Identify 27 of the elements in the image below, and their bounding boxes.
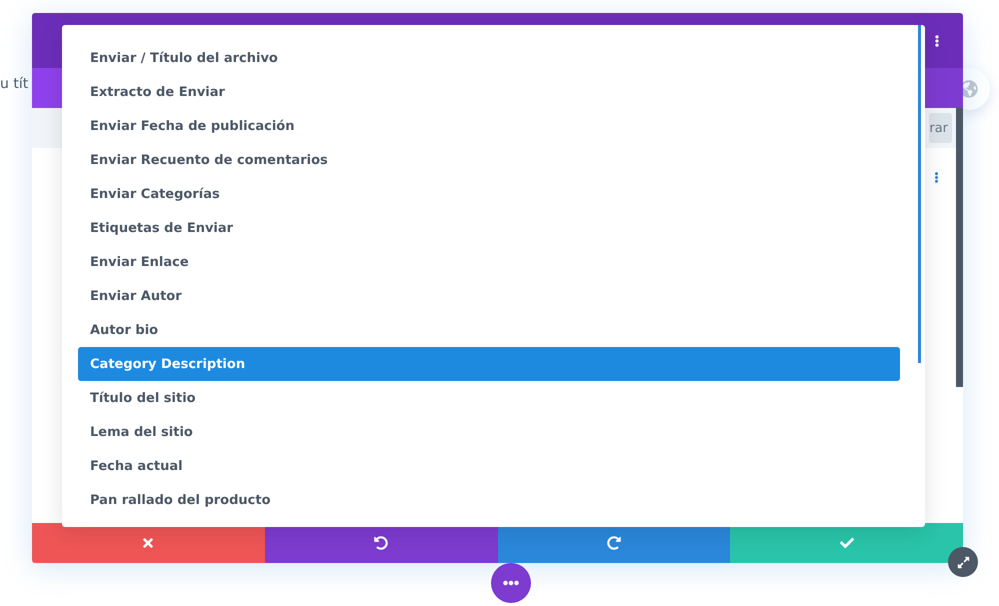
menu-item[interactable]: Enviar Categorías	[78, 177, 900, 211]
checkmark-icon	[840, 536, 854, 550]
scrollbar[interactable]	[956, 108, 963, 387]
save-button[interactable]	[730, 523, 963, 563]
expand-icon	[956, 556, 970, 568]
scrollbar[interactable]	[918, 25, 921, 363]
resize-button[interactable]	[948, 547, 978, 577]
menu-item[interactable]: Título del sitio	[78, 381, 900, 415]
menu-item[interactable]: Enviar Recuento de comentarios	[78, 143, 900, 177]
cancel-button[interactable]	[32, 523, 265, 563]
menu-item[interactable]: Enviar Fecha de publicación	[78, 109, 900, 143]
redo-icon	[606, 536, 621, 550]
menu-item[interactable]: Etiquetas de Enviar	[78, 211, 900, 245]
menu-item[interactable]: Fecha actual	[78, 449, 900, 483]
toolbar-button[interactable]: rar	[929, 113, 952, 143]
menu-item[interactable]: Pan rallado del producto	[78, 483, 900, 517]
close-icon	[141, 536, 156, 550]
more-button[interactable]	[491, 563, 531, 603]
menu-item[interactable]: Autor bio	[78, 313, 900, 347]
menu-item[interactable]: Lema del sitio	[78, 415, 900, 449]
undo-icon	[374, 536, 388, 550]
menu-item[interactable]: Enviar / Título del archivo	[78, 41, 900, 75]
page-text: u tít	[0, 76, 28, 92]
menu-item[interactable]: Enviar Enlace	[78, 245, 900, 279]
menu-item[interactable]: Enviar Autor	[78, 279, 900, 313]
menu-item[interactable]: Category Description	[78, 347, 900, 381]
menu-item[interactable]: Extracto de Enviar	[78, 75, 900, 109]
